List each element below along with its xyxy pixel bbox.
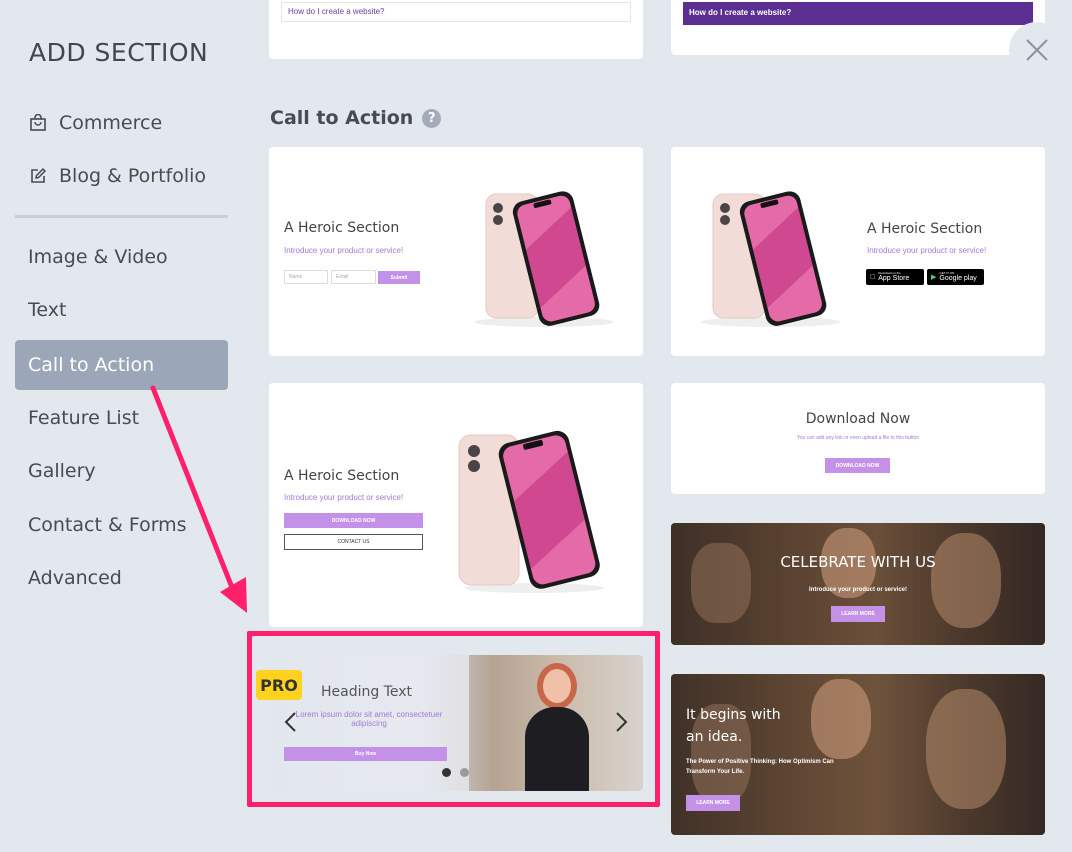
question-icon[interactable]: ?: [422, 108, 442, 128]
body-line: Transform Your Life.: [686, 769, 745, 775]
badge-label: Google play: [939, 275, 977, 282]
download-now-button: DOWNLOAD NOW: [284, 513, 423, 528]
card-body: The Power of Positive Thinking: How Opti…: [686, 757, 834, 777]
nav-label: Image & Video: [28, 246, 168, 268]
download-now-button: DOWNLOAD NOW: [825, 458, 890, 473]
card-subtitle: Introduce your product or service!: [867, 246, 987, 255]
body-line: The Power of Positive Thinking: How Opti…: [686, 759, 834, 765]
template-card-celebrate[interactable]: CELEBRATE WITH US Introduce your product…: [671, 523, 1045, 645]
learn-more-button: LEARN MORE: [686, 795, 740, 811]
nav-label: Commerce: [59, 112, 163, 134]
card-title: A Heroic Section: [867, 221, 983, 237]
title-line: an idea.: [686, 729, 743, 745]
shopping-bag-icon: [28, 113, 48, 133]
nav-item-text[interactable]: Text: [15, 287, 228, 333]
faq-item: How do I create a website?: [683, 2, 1033, 25]
annotation-arrow: [150, 385, 247, 613]
card-title: A Heroic Section: [284, 468, 400, 484]
section-heading: Call to Action ?: [270, 107, 442, 129]
nav-item-image-video[interactable]: Image & Video: [15, 234, 228, 280]
template-card-faq-dark[interactable]: How do I create a website?: [671, 0, 1045, 55]
template-card-hero-form[interactable]: A Heroic Section Introduce your product …: [269, 147, 643, 356]
name-field: Name: [284, 270, 328, 284]
close-icon: [1026, 39, 1048, 61]
close-button[interactable]: [1009, 22, 1065, 78]
contact-us-button: CONTACT US: [284, 534, 423, 550]
nav-label: Advanced: [28, 567, 122, 589]
nav-item-blog-portfolio[interactable]: Blog & Portfolio: [15, 153, 228, 199]
card-subtitle: Introduce your product or service!: [284, 246, 404, 255]
apple-icon: : [870, 274, 875, 281]
phone-image: [474, 191, 614, 327]
title-line: It begins with: [686, 707, 781, 723]
phone-image: [458, 430, 604, 593]
email-field: Email: [331, 270, 376, 284]
faq-question: How do I create a website?: [288, 7, 385, 16]
nav-label: Feature List: [28, 407, 140, 429]
panel-title: ADD SECTION: [29, 38, 209, 67]
template-card-faq-light[interactable]: How do I create a website?: [269, 0, 643, 59]
card-subtitle: Introduce your product or service!: [808, 587, 908, 593]
submit-button: Submit: [378, 271, 420, 284]
card-title: It begins with an idea.: [686, 704, 781, 748]
faq-item: How do I create a website?: [281, 2, 631, 22]
google-play-badge: ▶ GET IT ON Google play: [927, 269, 984, 285]
card-title: CELEBRATE WITH US: [780, 553, 936, 571]
nav-item-commerce[interactable]: Commerce: [15, 100, 228, 146]
card-title: A Heroic Section: [284, 220, 400, 236]
photo-person: [926, 689, 1006, 809]
learn-more-button: LEARN MORE: [831, 606, 885, 622]
photo-person: [931, 533, 1001, 628]
nav-label: Call to Action: [28, 354, 155, 376]
app-store-badge:  Download on the App Store: [866, 269, 924, 285]
sidebar-divider: [15, 215, 228, 218]
edit-icon: [28, 166, 48, 186]
nav-label: Text: [28, 299, 67, 321]
play-icon: ▶: [931, 274, 937, 281]
card-title: Download Now: [805, 411, 911, 427]
nav-label: Gallery: [28, 460, 96, 482]
template-card-download-now[interactable]: Download Now You can add any link or eve…: [671, 383, 1045, 494]
nav-label: Blog & Portfolio: [59, 165, 207, 187]
phone-image: [701, 191, 841, 327]
nav-item-call-to-action[interactable]: Call to Action: [15, 340, 228, 390]
template-card-idea[interactable]: It begins with an idea. The Power of Pos…: [671, 674, 1045, 835]
faq-question: How do I create a website?: [689, 8, 792, 17]
photo-person: [811, 679, 871, 759]
annotation-highlight: [247, 631, 660, 807]
template-card-hero-buttons[interactable]: A Heroic Section Introduce your product …: [269, 383, 643, 627]
template-card-hero-app-store[interactable]: A Heroic Section Introduce your product …: [671, 147, 1045, 356]
card-subtitle: Introduce your product or service!: [284, 493, 404, 502]
section-title: Call to Action: [270, 107, 414, 129]
badge-label: App Store: [873, 275, 909, 282]
card-subtitle: You can add any link or even upload a fi…: [796, 435, 920, 441]
